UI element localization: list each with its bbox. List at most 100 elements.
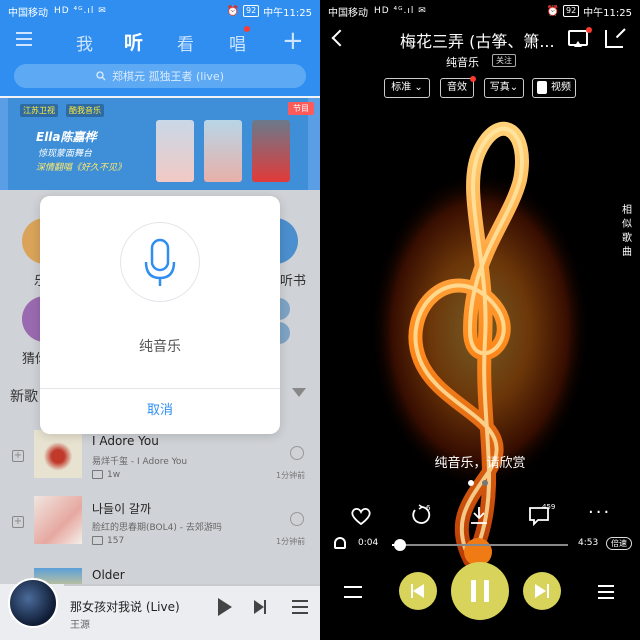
list-item[interactable]: + I Adore You 易烊千玺 - I Adore You 1w 1分钟前 <box>0 426 320 490</box>
home-screen: 中国移动 HD ⁴ᴳ.ıl ✉ ⏰ 92 中午11:25 我 听 看 唱 + 郑… <box>0 0 320 640</box>
clock: 中午11:25 <box>263 7 312 19</box>
filter-icon[interactable] <box>292 388 306 397</box>
progress-handle[interactable] <box>394 539 407 551</box>
banner-photo <box>156 120 194 182</box>
download-icon[interactable] <box>468 504 490 526</box>
progress-area: 0:04 4:53 倍速 <box>320 534 640 554</box>
banner-line3: 深情翻唱《好久不见》 <box>36 163 127 173</box>
banner-photo <box>252 120 290 182</box>
more-icon[interactable] <box>290 512 304 526</box>
search-icon <box>96 71 106 81</box>
page-indicator <box>468 480 488 486</box>
add-to-list-icon[interactable]: + <box>12 516 24 528</box>
effects-button[interactable]: 音效 <box>440 76 476 98</box>
song-time: 1分钟前 <box>276 471 306 480</box>
artist-name[interactable]: 纯音乐 <box>446 54 479 70</box>
notification-dot <box>586 27 592 33</box>
mini-album-art[interactable] <box>8 578 58 628</box>
dialog-title: 纯音乐 <box>139 339 181 355</box>
section-title: 新歌 <box>10 389 38 405</box>
shortcut-label: 听书 <box>280 274 307 289</box>
song-title: I Adore You <box>92 434 159 448</box>
tab-watch[interactable]: 看 <box>177 30 194 55</box>
current-time: 0:04 <box>358 538 379 548</box>
add-icon[interactable]: + <box>282 26 304 56</box>
next-icon[interactable] <box>254 600 266 614</box>
notification-dot <box>244 26 250 32</box>
battery-icon: 92 <box>562 5 580 17</box>
play-icon[interactable] <box>218 598 232 616</box>
song-title: 나들이 갈까 <box>92 502 152 516</box>
search-bar[interactable]: 郑棋元 孤独王者 (live) <box>14 64 306 88</box>
banner-line2: 惊现蒙面舞台 <box>38 149 93 159</box>
song-subtitle: 脸红的思春期(BOL4) - 去郊游吗 <box>92 523 222 533</box>
mic-button[interactable] <box>120 222 200 302</box>
menu-icon[interactable] <box>16 32 32 46</box>
add-to-list-icon[interactable]: + <box>12 450 24 462</box>
voice-dialog: 纯音乐 取消 <box>40 196 280 434</box>
tab-sing[interactable]: 唱 <box>229 30 246 55</box>
album-cover <box>34 430 82 478</box>
carrier-label: 中国移动 <box>328 7 368 19</box>
lyric-text: 纯音乐，请欣赏 <box>434 456 526 471</box>
comment-count: 1w <box>92 470 120 480</box>
next-icon <box>535 584 546 598</box>
header: 中国移动 HD ⁴ᴳ.ıl ✉ ⏰ 92 中午11:25 我 听 看 唱 + 郑… <box>0 0 320 96</box>
top-nav: 我 听 看 唱 + <box>0 26 320 58</box>
clock: 中午11:25 <box>583 7 632 19</box>
tab-mine[interactable]: 我 <box>76 30 93 55</box>
share-icon[interactable] <box>605 30 623 48</box>
album-cover <box>34 496 82 544</box>
playlist-icon[interactable] <box>598 585 614 599</box>
status-bar: 中国移动 HD ⁴ᴳ.ıl ✉ ⏰ 92 中午11:25 <box>320 0 640 22</box>
list-item[interactable]: + 나들이 갈까 脸红的思春期(BOL4) - 去郊游吗 157 1分钟前 <box>0 492 320 556</box>
more-icon[interactable]: ··· <box>588 502 611 523</box>
song-time: 1分钟前 <box>276 537 306 546</box>
loop-icon[interactable] <box>344 586 362 598</box>
alarm-icon: ⏰ <box>546 5 559 17</box>
heart-icon[interactable] <box>350 506 372 526</box>
promo-banner[interactable]: 江苏卫视 酷我音乐 节目 Ella陈嘉桦 惊现蒙面舞台 深情翻唱《好久不见》 <box>0 98 320 190</box>
follow-button[interactable]: 关注 <box>492 54 516 67</box>
next-button[interactable] <box>523 572 561 610</box>
song-title: 梅花三弄 (古筝、箫... <box>400 32 555 51</box>
video-icon <box>537 80 547 94</box>
mini-artist: 王源 <box>70 620 90 631</box>
carrier-label: 中国移动 <box>8 7 48 19</box>
search-placeholder: 郑棋元 孤独王者 (live) <box>112 70 224 83</box>
signal-icon: HD ⁴ᴳ.ıl ✉ <box>374 6 427 16</box>
signal-icon: HD ⁴ᴳ.ıl ✉ <box>54 6 107 16</box>
progress-track[interactable] <box>392 544 568 546</box>
cast-icon[interactable] <box>568 30 588 47</box>
banner-tag: 节目 <box>288 102 314 115</box>
mini-title: 那女孩对我说 (Live) <box>70 600 180 614</box>
video-button[interactable]: 视频 <box>532 78 576 98</box>
mini-player[interactable]: 那女孩对我说 (Live) 王源 <box>0 578 320 640</box>
comment-count: 157 <box>92 536 124 546</box>
song-subtitle: 易烊千玺 - I Adore You <box>92 457 188 467</box>
cancel-button[interactable]: 取消 <box>40 388 280 434</box>
tab-listen[interactable]: 听 <box>124 28 143 55</box>
banner-photo <box>204 120 242 182</box>
quality-button[interactable]: 标准 ⌄ <box>384 78 430 98</box>
pause-button[interactable] <box>451 562 509 620</box>
banner-line1: Ella陈嘉桦 <box>36 130 97 144</box>
duration: 4:53 <box>578 538 599 548</box>
comment-badge: 459 <box>542 503 556 511</box>
banner-logos: 江苏卫视 酷我音乐 <box>20 104 104 117</box>
playlist-icon[interactable] <box>292 600 308 614</box>
speed-button[interactable]: 倍速 <box>606 537 632 550</box>
rewind-badge: 6 <box>426 504 431 512</box>
more-icon[interactable] <box>290 446 304 460</box>
photo-button[interactable]: 写真⌄ <box>484 78 524 98</box>
song-title: Older <box>92 568 125 582</box>
mini-progress <box>64 584 320 586</box>
similar-songs-button[interactable]: 相似歌曲 <box>622 204 634 260</box>
pause-icon <box>471 580 476 602</box>
bell-icon[interactable] <box>334 537 346 549</box>
alarm-icon: ⏰ <box>226 5 239 17</box>
status-bar: 中国移动 HD ⁴ᴳ.ıl ✉ ⏰ 92 中午11:25 <box>0 0 320 22</box>
previous-button[interactable] <box>399 572 437 610</box>
notification-dot <box>470 76 476 82</box>
player-screen: 中国移动 HD ⁴ᴳ.ıl ✉ ⏰ 92 中午11:25 梅花三弄 (古筝、箫.… <box>320 0 640 640</box>
